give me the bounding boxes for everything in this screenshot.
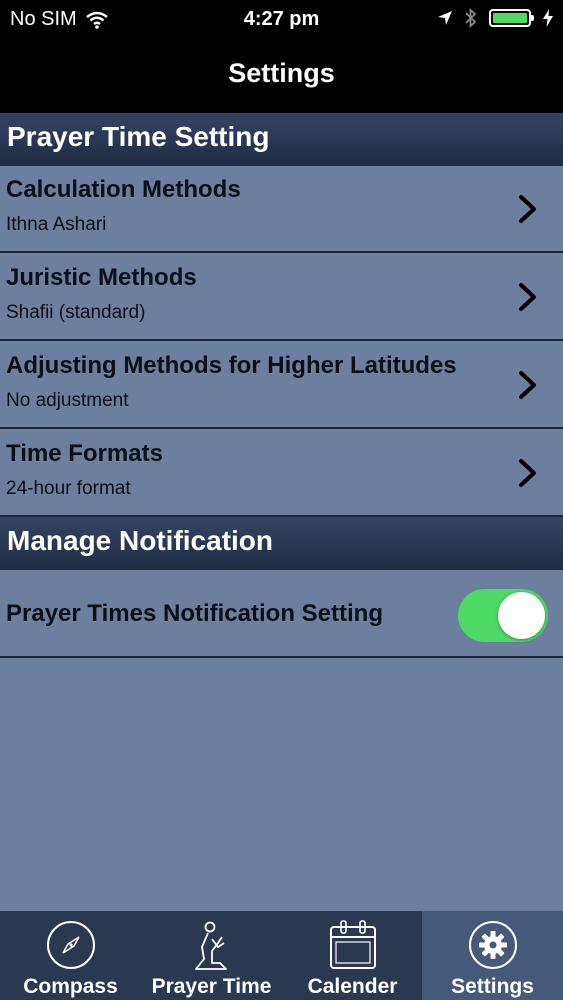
row-title: Adjusting Methods for Higher Latitudes <box>6 352 457 379</box>
juristic-methods-row[interactable]: Juristic Methods Shafii (standard) <box>0 254 563 341</box>
row-title: Prayer Times Notification Setting <box>6 600 383 627</box>
battery-fill <box>493 13 527 23</box>
row-value: Ithna Ashari <box>6 214 107 235</box>
charging-bolt-icon <box>543 9 553 27</box>
tab-label: Compass <box>23 975 118 998</box>
page-title: Settings <box>228 58 335 88</box>
calculation-methods-row[interactable]: Calculation Methods Ithna Ashari <box>0 166 563 253</box>
location-arrow-icon <box>438 11 452 25</box>
praying-person-icon <box>194 921 227 970</box>
status-right <box>437 8 553 28</box>
top-bar: No SIM 4:27 pm Settings <box>0 0 563 113</box>
section-header-prayer-time-setting: Prayer Time Setting <box>0 113 563 166</box>
row-value: No adjustment <box>6 390 129 411</box>
gear-icon <box>468 921 517 969</box>
tab-compass[interactable]: Compass <box>0 911 141 1000</box>
tab-label: Calender <box>307 975 398 998</box>
row-value: Shafii (standard) <box>6 302 146 323</box>
tab-settings[interactable]: Settings <box>422 911 563 1000</box>
chevron-right-icon <box>519 195 536 223</box>
tab-bar: Compass Prayer Time Calender Settings <box>0 911 563 1000</box>
row-title: Time Formats <box>6 440 163 467</box>
calendar-icon <box>329 920 376 969</box>
chevron-right-icon <box>519 459 536 487</box>
status-bar: No SIM 4:27 pm <box>0 0 563 38</box>
tab-label: Prayer Time <box>151 975 272 998</box>
time-formats-row[interactable]: Time Formats 24-hour format <box>0 430 563 517</box>
battery-icon <box>489 9 534 27</box>
tab-calender[interactable]: Calender <box>282 911 423 1000</box>
chevron-right-icon <box>519 371 536 399</box>
row-value: 24-hour format <box>6 478 131 499</box>
compass-icon <box>46 921 95 969</box>
section-header-manage-notification: Manage Notification <box>0 517 563 570</box>
row-title: Juristic Methods <box>6 264 197 291</box>
toggle-knob <box>498 592 545 639</box>
tab-label: Settings <box>451 975 534 998</box>
chevron-right-icon <box>519 283 536 311</box>
higher-latitudes-row[interactable]: Adjusting Methods for Higher Latitudes N… <box>0 342 563 429</box>
notification-toggle[interactable] <box>458 589 548 642</box>
notification-setting-row: Prayer Times Notification Setting <box>0 570 563 658</box>
row-title: Calculation Methods <box>6 176 241 203</box>
tab-prayer-time[interactable]: Prayer Time <box>141 911 282 1000</box>
bluetooth-icon <box>465 8 477 28</box>
